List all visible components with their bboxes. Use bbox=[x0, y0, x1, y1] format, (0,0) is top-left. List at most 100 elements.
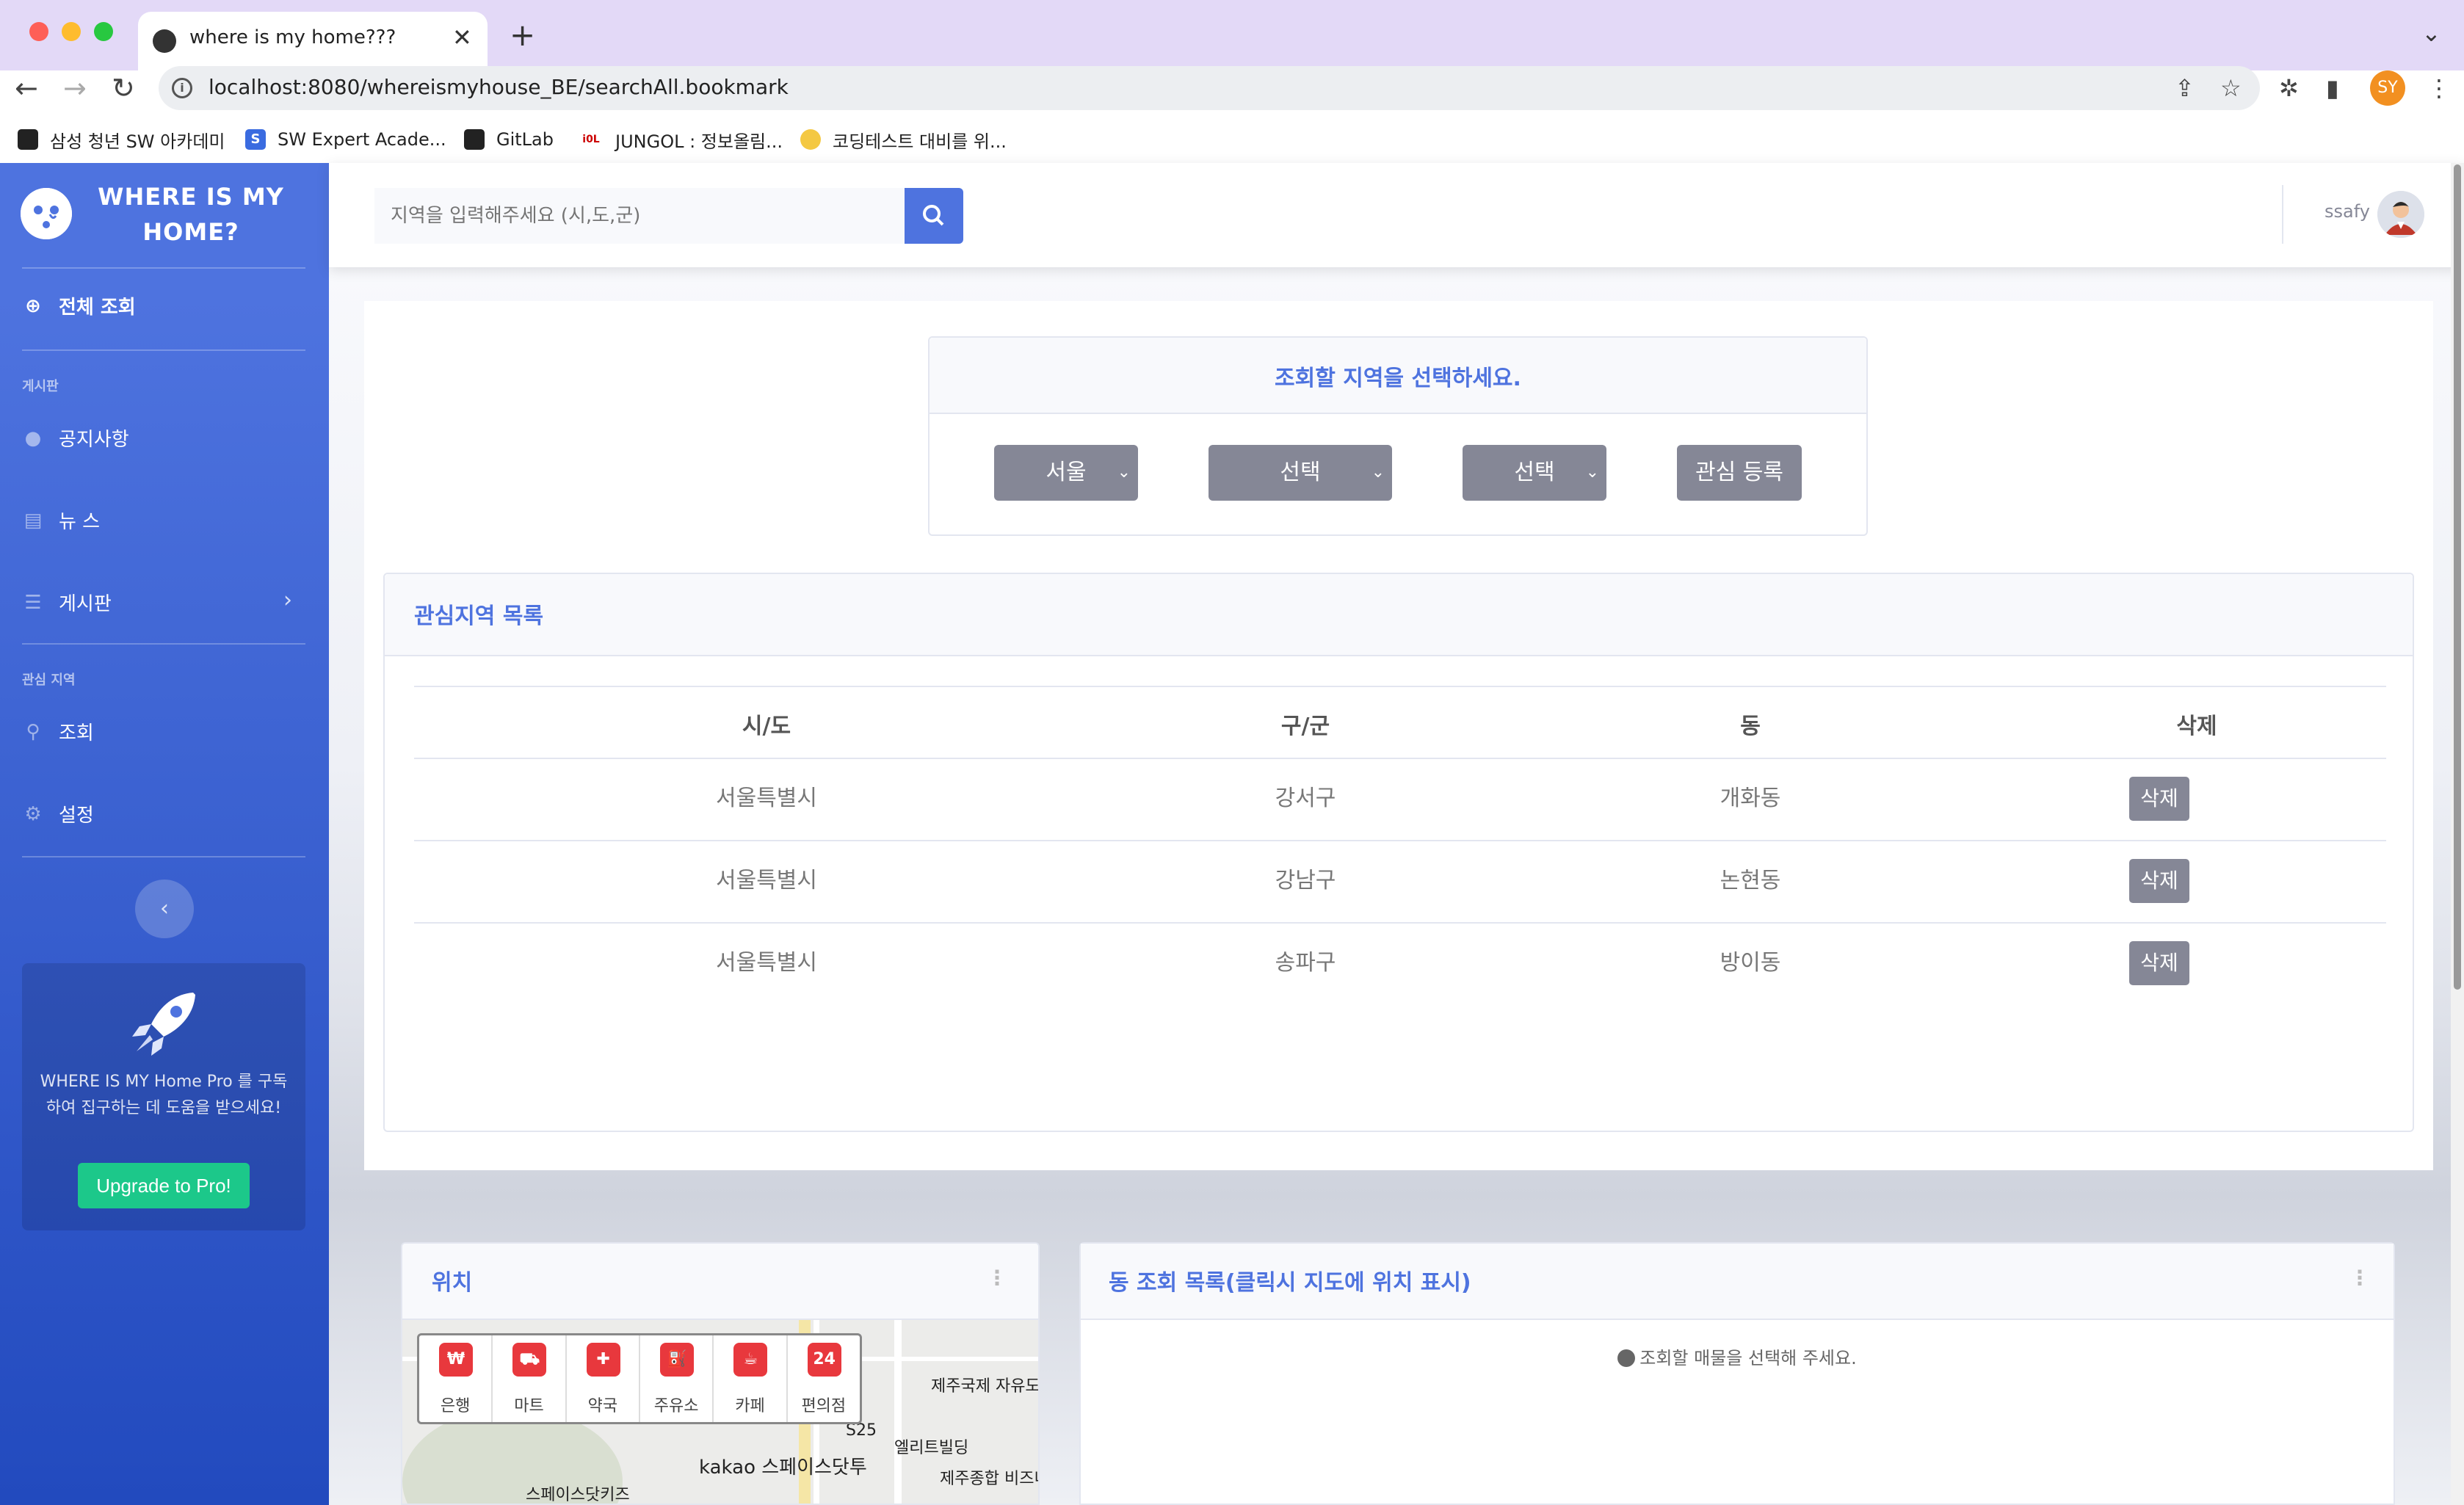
region-select-title: 조회할 지역을 선택하세요. bbox=[1275, 366, 1521, 391]
scrollbar-thumb[interactable] bbox=[2454, 164, 2461, 990]
sidebar-item-lookup[interactable]: ⚲ 조회 bbox=[22, 718, 93, 745]
dong-list-header: 동 조회 목록(클릭시 지도에 위치 표시) ⋮ bbox=[1081, 1244, 2394, 1320]
delete-button[interactable]: 삭제 bbox=[2129, 941, 2189, 985]
reload-icon[interactable]: ↻ bbox=[112, 72, 135, 104]
dong-select[interactable]: 선택 ⌄ bbox=[1463, 445, 1606, 501]
dong-list-card: 동 조회 목록(클릭시 지도에 위치 표시) ⋮ 조회할 매물을 선택해 주세요… bbox=[1079, 1242, 2395, 1505]
new-tab-icon[interactable]: + bbox=[510, 18, 535, 53]
favorites-card: 관심지역 목록 시/도 구/군 동 삭제 서울특별시 강서구 개화동 삭제 서울… bbox=[383, 573, 2414, 1132]
category-gas-station[interactable]: ⛽ 주유소 bbox=[640, 1335, 714, 1422]
search-input[interactable] bbox=[374, 188, 905, 244]
table-border bbox=[414, 840, 2386, 841]
category-bank[interactable]: ₩ 은행 bbox=[419, 1335, 493, 1422]
topbar-divider bbox=[2282, 185, 2283, 244]
cell-sido: 서울특별시 bbox=[716, 950, 817, 976]
more-vertical-icon[interactable]: ⋮ bbox=[987, 1266, 1007, 1290]
category-pharmacy[interactable]: ✚ 약국 bbox=[567, 1335, 640, 1422]
bookmark-star-icon[interactable]: ☆ bbox=[2220, 73, 2242, 103]
bookmark-item[interactable]: i0L JUNGOL : 정보올림... bbox=[579, 122, 783, 157]
gas-station-icon: ⛽ bbox=[659, 1343, 694, 1377]
bank-icon: ₩ bbox=[439, 1343, 473, 1377]
chevron-left-icon: ‹ bbox=[160, 896, 169, 921]
search-button[interactable] bbox=[905, 188, 963, 244]
column-header: 시/도 bbox=[742, 714, 791, 739]
category-cafe[interactable]: ☕ 카페 bbox=[714, 1335, 788, 1422]
side-panel-icon[interactable]: ▮ bbox=[2326, 73, 2339, 103]
brand-title[interactable]: WHERE IS MY HOME? bbox=[95, 179, 286, 250]
search-icon: ⚲ bbox=[26, 720, 40, 743]
bookmark-item[interactable]: S SW Expert Acade... bbox=[245, 122, 446, 157]
minimize-window-icon[interactable] bbox=[62, 22, 81, 41]
list-icon: ☰ bbox=[24, 591, 42, 614]
profile-avatar[interactable]: SY bbox=[2370, 70, 2405, 106]
sidebar-item-board[interactable]: ☰ 게시판 bbox=[22, 589, 111, 616]
close-window-icon[interactable] bbox=[29, 22, 48, 41]
sidebar-divider bbox=[22, 643, 305, 645]
category-filter-bar: ₩ 은행 ⛟ 마트 ✚ 약국 ⛽ 주유소 ☕ 카페 24 편의점 bbox=[417, 1333, 862, 1424]
category-mart[interactable]: ⛟ 마트 bbox=[493, 1335, 567, 1422]
sidebar-section-heading: 관심 지역 bbox=[22, 672, 76, 688]
location-title: 위치 bbox=[432, 1270, 473, 1296]
empty-state: 조회할 매물을 선택해 주세요. bbox=[1081, 1343, 2394, 1369]
share-icon[interactable]: ⇪ bbox=[2175, 73, 2195, 103]
sidebar-item-news[interactable]: ▤ 뉴 스 bbox=[22, 507, 100, 534]
cell-dong: 방이동 bbox=[1720, 950, 1781, 976]
location-card: 위치 ⋮ 제주국제 자유도시개발센 S25 엘리트빌딩 kakao 스페이스닷투… bbox=[401, 1242, 1040, 1505]
chevron-down-icon: ⌄ bbox=[1371, 463, 1385, 482]
chevron-right-icon[interactable]: › bbox=[283, 587, 292, 613]
sidebar-section-heading: 게시판 bbox=[22, 379, 59, 394]
chevron-down-icon: ⌄ bbox=[1117, 463, 1131, 482]
bookmark-favicon-icon: i0L bbox=[579, 129, 604, 150]
search-icon bbox=[923, 205, 944, 226]
bookmark-item[interactable]: 삼성 청년 SW 아카데미 bbox=[18, 122, 225, 157]
sidebar-toggle-button[interactable]: ‹ bbox=[135, 880, 194, 938]
column-header: 동 bbox=[1740, 714, 1761, 739]
delete-button[interactable]: 삭제 bbox=[2129, 777, 2189, 821]
sidebar-divider bbox=[22, 267, 305, 269]
upgrade-button[interactable]: Upgrade to Pro! bbox=[78, 1163, 250, 1208]
category-convenience-store[interactable]: 24 편의점 bbox=[788, 1335, 860, 1422]
empty-message: 조회할 매물을 선택해 주세요. bbox=[1639, 1348, 1857, 1368]
extensions-icon[interactable]: ✲ bbox=[2279, 73, 2299, 103]
close-tab-icon[interactable]: ✕ bbox=[452, 23, 472, 51]
cell-gugun: 강서구 bbox=[1275, 786, 1336, 811]
url-text[interactable]: localhost:8080/whereismyhouse_BE/searchA… bbox=[209, 75, 789, 99]
sidebar-item-settings[interactable]: ⚙ 설정 bbox=[22, 800, 94, 827]
back-icon[interactable]: ← bbox=[15, 72, 38, 104]
cell-sido: 서울특별시 bbox=[716, 786, 817, 811]
map-view[interactable]: 제주국제 자유도시개발센 S25 엘리트빌딩 kakao 스페이스닷투 제주종합… bbox=[402, 1320, 1038, 1504]
pharmacy-icon: ✚ bbox=[586, 1343, 620, 1377]
bookmark-favicon-icon bbox=[464, 129, 485, 150]
gugun-select[interactable]: 선택 ⌄ bbox=[1209, 445, 1392, 501]
sidebar-item-all[interactable]: ⊕ 전체 조회 bbox=[22, 292, 136, 319]
bookmark-item[interactable]: 코딩테스트 대비를 위... bbox=[800, 122, 1007, 157]
table-border bbox=[414, 758, 2386, 759]
map-label: 제주종합 비즈니스센 bbox=[940, 1470, 1038, 1488]
bookmark-item[interactable]: GitLab bbox=[464, 122, 554, 157]
globe-icon bbox=[153, 29, 176, 53]
sad-face-icon[interactable] bbox=[21, 188, 72, 239]
lightbulb-icon: ● bbox=[24, 427, 42, 449]
browser-menu-icon[interactable]: ⋮ bbox=[2427, 73, 2451, 103]
more-vertical-icon[interactable]: ⋮ bbox=[2349, 1266, 2370, 1290]
site-info-icon[interactable]: i bbox=[172, 78, 192, 98]
favorites-header: 관심지역 목록 bbox=[385, 574, 2413, 656]
forward-icon[interactable]: → bbox=[63, 72, 87, 104]
browser-tab[interactable]: where is my home??? ✕ bbox=[138, 12, 488, 70]
promo-card: WHERE IS MY Home Pro 를 구독하여 집구하는 데 도움을 받… bbox=[22, 963, 305, 1230]
coffee-icon: ☕ bbox=[733, 1343, 768, 1377]
maximize-window-icon[interactable] bbox=[94, 22, 113, 41]
user-avatar[interactable] bbox=[2377, 191, 2424, 238]
tab-search-icon[interactable]: ⌄ bbox=[2421, 19, 2441, 47]
delete-button[interactable]: 삭제 bbox=[2129, 859, 2189, 903]
column-header: 구/군 bbox=[1280, 714, 1330, 739]
bookmarks-bar: 삼성 청년 SW 아카데미 S SW Expert Acade... GitLab… bbox=[0, 115, 2464, 166]
rocket-icon bbox=[123, 984, 204, 1065]
register-interest-button[interactable]: 관심 등록 bbox=[1677, 445, 1802, 501]
sido-select[interactable]: 서울 ⌄ bbox=[994, 445, 1138, 501]
column-header: 삭제 bbox=[2176, 714, 2217, 739]
sidebar-item-notice[interactable]: ● 공지사항 bbox=[22, 424, 129, 452]
user-name[interactable]: ssafy bbox=[2325, 201, 2370, 222]
region-select-card: 조회할 지역을 선택하세요. 서울 ⌄ 선택 ⌄ 선택 ⌄ 관심 등록 bbox=[928, 336, 1868, 536]
location-header: 위치 ⋮ bbox=[402, 1244, 1038, 1320]
